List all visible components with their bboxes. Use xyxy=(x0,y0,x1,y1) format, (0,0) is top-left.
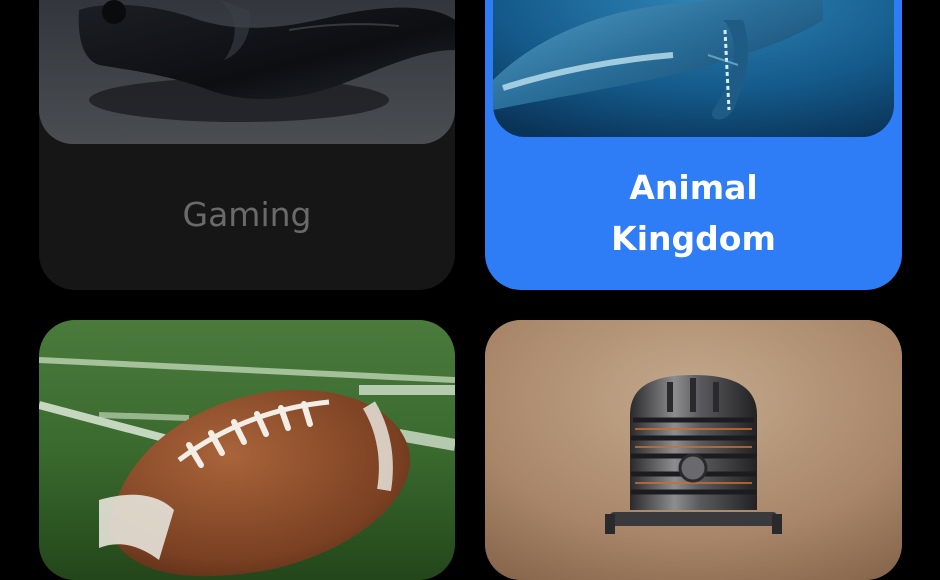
game-controller-image xyxy=(39,0,455,144)
football-image xyxy=(39,320,455,580)
category-card-sports[interactable] xyxy=(39,320,455,580)
microphone-image xyxy=(485,320,902,580)
category-card-podcasts[interactable] xyxy=(485,320,902,580)
category-grid-screen: { "categories": [ {"label": "Gaming", "i… xyxy=(0,0,940,580)
category-label: Animal Kingdom xyxy=(611,168,776,258)
category-label: Gaming xyxy=(182,195,312,234)
category-card-animal-kingdom[interactable]: Animal Kingdom xyxy=(485,0,902,290)
category-card-gaming[interactable]: Gaming xyxy=(39,0,455,290)
whale-image xyxy=(493,0,894,137)
